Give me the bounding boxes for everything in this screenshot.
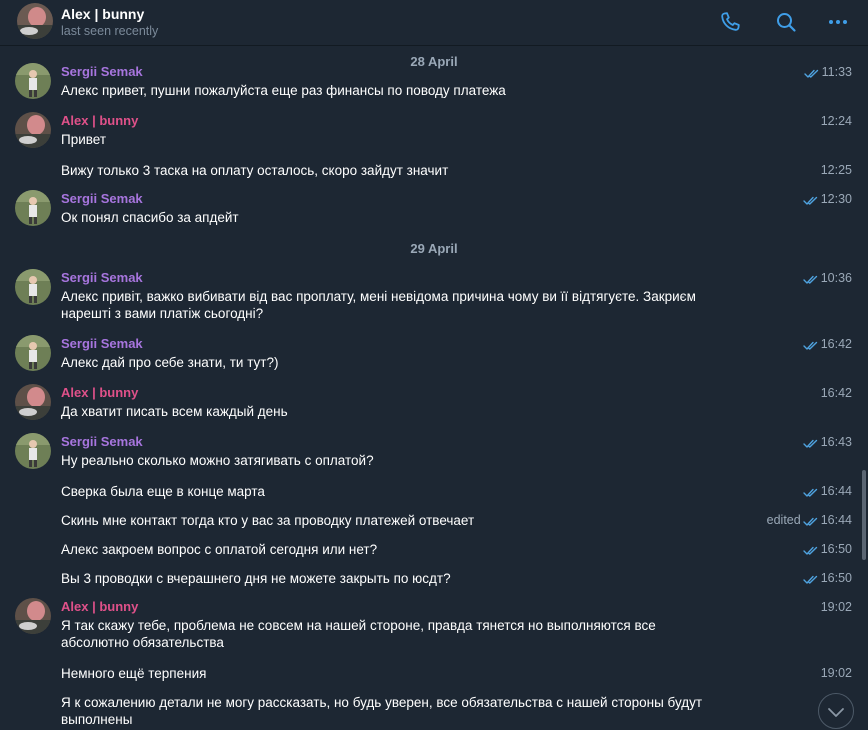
double-check-icon [803, 574, 819, 584]
search-icon[interactable] [774, 10, 798, 34]
message-text: Немного ещё терпения [61, 666, 207, 681]
chat-avatar[interactable] [17, 3, 53, 39]
sender-name[interactable]: Sergii Semak [61, 434, 143, 449]
message-time: 16:50 [803, 542, 852, 556]
more-icon[interactable] [826, 10, 850, 34]
message-text: Вы 3 проводки с вчерашнего дня не можете… [61, 571, 451, 586]
message-time: 12:24 [820, 114, 852, 128]
message-text: Я к сожалению детали не могу рассказать,… [61, 695, 703, 727]
sender-avatar[interactable] [15, 112, 51, 148]
message-time: 12:30 [803, 192, 852, 206]
double-check-icon [803, 340, 819, 350]
message-time: 12:25 [820, 163, 852, 177]
message-text: Сверка была еще в конце марта [61, 484, 265, 499]
message-time: 16:50 [803, 571, 852, 585]
double-check-icon [803, 195, 819, 205]
sender-avatar[interactable] [15, 63, 51, 99]
message-time: 16:43 [803, 435, 852, 449]
double-check-icon [803, 545, 819, 555]
sender-name[interactable]: Alex | bunny [61, 385, 138, 400]
edited-label: edited [766, 513, 801, 527]
double-check-icon [803, 274, 819, 284]
sender-avatar[interactable] [15, 190, 51, 226]
message-text: Алекс привет, пушни пожалуйста еще раз ф… [61, 83, 506, 98]
sender-avatar[interactable] [15, 384, 51, 420]
sender-avatar[interactable] [15, 598, 51, 634]
message-time: 19:02 [820, 600, 852, 614]
date-separator: 29 April [410, 241, 458, 256]
sender-avatar[interactable] [15, 269, 51, 305]
sender-name[interactable]: Sergii Semak [61, 336, 143, 351]
sender-name[interactable]: Sergii Semak [61, 270, 143, 285]
message-text: Алекс привіт, важко вибивати від вас про… [61, 289, 696, 321]
message-text: Ну реально сколько можно затягивать с оп… [61, 453, 374, 468]
scrollbar[interactable] [862, 470, 866, 560]
sender-name[interactable]: Sergii Semak [61, 64, 143, 79]
sender-name[interactable]: Sergii Semak [61, 191, 143, 206]
sender-name[interactable]: Alex | bunny [61, 599, 138, 614]
message-text: Алекс закроем вопрос с оплатой сегодня и… [61, 542, 378, 557]
sender-name[interactable]: Alex | bunny [61, 113, 138, 128]
message-text: Ок понял спасибо за апдейт [61, 210, 239, 225]
last-seen-status: last seen recently [61, 24, 159, 38]
message-text: Скинь мне контакт тогда кто у вас за про… [61, 513, 475, 528]
message-time: 19:02 [820, 666, 852, 680]
double-check-icon [803, 438, 819, 448]
message-time: 16:44 [803, 484, 852, 498]
message-text: Да хватит писать всем каждый день [61, 404, 288, 419]
message-time: 10:36 [803, 271, 852, 285]
sender-avatar[interactable] [15, 335, 51, 371]
message-text: Я так скажу тебе, проблема не совсем на … [61, 618, 656, 650]
scroll-to-bottom-button[interactable] [818, 693, 854, 729]
message-time: 11:33 [803, 65, 852, 79]
chevron-down-icon [828, 708, 844, 717]
message-time: 16:42 [803, 337, 852, 351]
double-check-icon [803, 487, 819, 497]
sender-avatar[interactable] [15, 433, 51, 469]
chat-title: Alex | bunny [61, 6, 145, 22]
message-text: Алекс дай про себе знати, ти тут?) [61, 355, 279, 370]
message-text: Вижу только 3 таска на оплату осталось, … [61, 163, 449, 178]
message-time: 16:42 [820, 386, 852, 400]
phone-icon[interactable] [718, 10, 742, 34]
chat-header: Alex | bunny last seen recently [0, 0, 868, 46]
double-check-icon [803, 516, 819, 526]
message-text: Привет [61, 132, 107, 147]
message-time: edited 16:44 [766, 513, 852, 527]
double-check-icon [803, 68, 820, 78]
